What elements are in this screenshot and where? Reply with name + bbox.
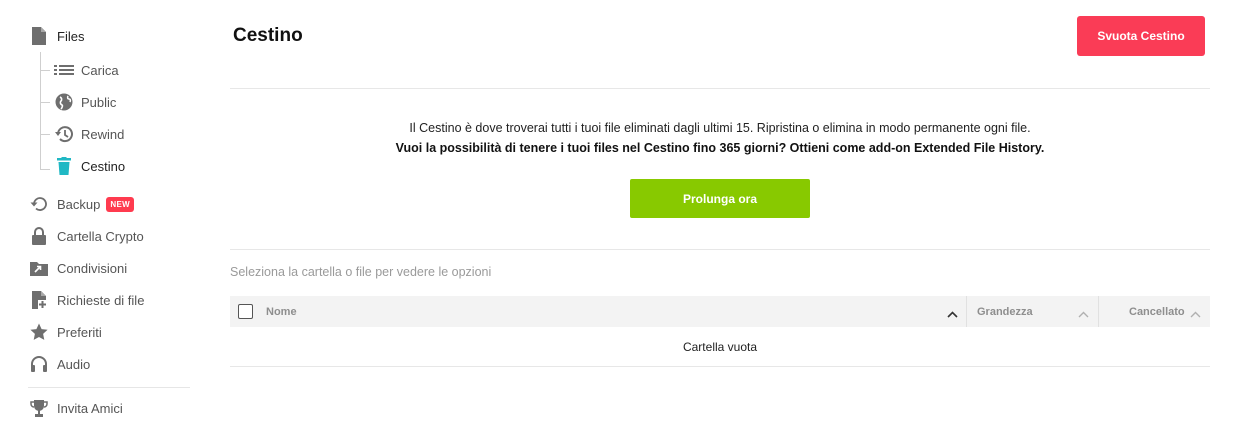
shared-folder-icon — [30, 259, 48, 277]
tree-branch — [40, 102, 50, 103]
sort-asc-icon[interactable] — [947, 306, 958, 324]
sidebar-item-invita-amici[interactable]: Invita Amici — [30, 399, 123, 417]
sidebar-item-label: Public — [81, 94, 117, 110]
sidebar-item-richieste-di-file[interactable]: Richieste di file — [30, 291, 144, 309]
table-header: Nome Grandezza Cancellato — [230, 296, 1210, 327]
sidebar-item-carica[interactable]: Carica — [54, 61, 119, 79]
page-title: Cestino — [233, 25, 303, 46]
sidebar-item-label: Rewind — [81, 126, 125, 142]
sidebar-item-label: Files — [57, 28, 85, 44]
upsell-text: Vuoi la possibilità di tenere i tuoi fil… — [395, 141, 1045, 155]
selection-hint: Seleziona la cartella o file per vedere … — [230, 265, 492, 279]
sidebar-item-label: Condivisioni — [57, 260, 128, 276]
sidebar-item-backup[interactable]: Backup NEW — [30, 195, 134, 213]
backup-icon — [30, 195, 48, 213]
headphones-icon — [30, 355, 48, 373]
empty-folder-text: Cartella vuota — [682, 340, 758, 354]
sidebar-item-label: Cartella Crypto — [57, 228, 144, 244]
info-text: Il Cestino è dove troverai tutti i tuoi … — [409, 121, 1031, 135]
tree-branch — [40, 134, 50, 135]
column-separator — [966, 296, 967, 327]
sort-icon[interactable] — [1078, 306, 1089, 324]
globe-icon — [54, 93, 74, 111]
sidebar-item-public[interactable]: Public — [54, 93, 116, 111]
column-name[interactable]: Nome — [266, 296, 297, 327]
select-all-checkbox[interactable] — [238, 304, 253, 319]
trophy-icon — [30, 399, 48, 417]
sidebar-item-label: Audio — [57, 356, 91, 372]
column-separator — [1098, 296, 1099, 327]
extend-now-button[interactable]: Prolunga ora — [630, 179, 810, 218]
sidebar-item-condivisioni[interactable]: Condivisioni — [30, 259, 127, 277]
list-icon — [54, 61, 74, 79]
sidebar-item-label: Backup — [57, 196, 101, 212]
sidebar-item-label: Carica — [81, 62, 119, 78]
sidebar-item-rewind[interactable]: Rewind — [54, 125, 124, 143]
sidebar-item-label: Richieste di file — [57, 292, 145, 308]
table-row: Cartella vuota — [230, 327, 1210, 367]
sort-icon[interactable] — [1190, 306, 1201, 324]
star-icon — [30, 323, 48, 341]
sidebar-item-label: Preferiti — [57, 324, 102, 340]
tree-branch — [40, 169, 50, 170]
sidebar-item-cestino[interactable]: Cestino — [54, 157, 125, 175]
divider — [230, 249, 1210, 250]
sidebar-item-audio[interactable]: Audio — [30, 355, 90, 373]
column-size[interactable]: Grandezza — [977, 296, 1033, 327]
file-icon — [30, 27, 48, 45]
sidebar-divider — [28, 387, 190, 388]
file-request-icon — [30, 291, 48, 309]
new-badge: NEW — [106, 196, 134, 212]
empty-trash-button[interactable]: Svuota Cestino — [1077, 16, 1205, 56]
tree-branch — [40, 70, 50, 71]
lock-icon — [30, 227, 48, 245]
history-icon — [54, 125, 74, 143]
sidebar-item-preferiti[interactable]: Preferiti — [30, 323, 102, 341]
trash-icon — [54, 157, 74, 175]
sidebar-item-label: Cestino — [81, 158, 126, 174]
sidebar-item-label: Invita Amici — [57, 400, 123, 416]
divider — [230, 88, 1210, 89]
sidebar-item-cartella-crypto[interactable]: Cartella Crypto — [30, 227, 144, 245]
sidebar: Files Carica Public Rewind Cestino Backu… — [0, 0, 210, 431]
sidebar-item-files[interactable]: Files — [30, 27, 84, 45]
column-deleted[interactable]: Cancellato — [1129, 296, 1185, 327]
